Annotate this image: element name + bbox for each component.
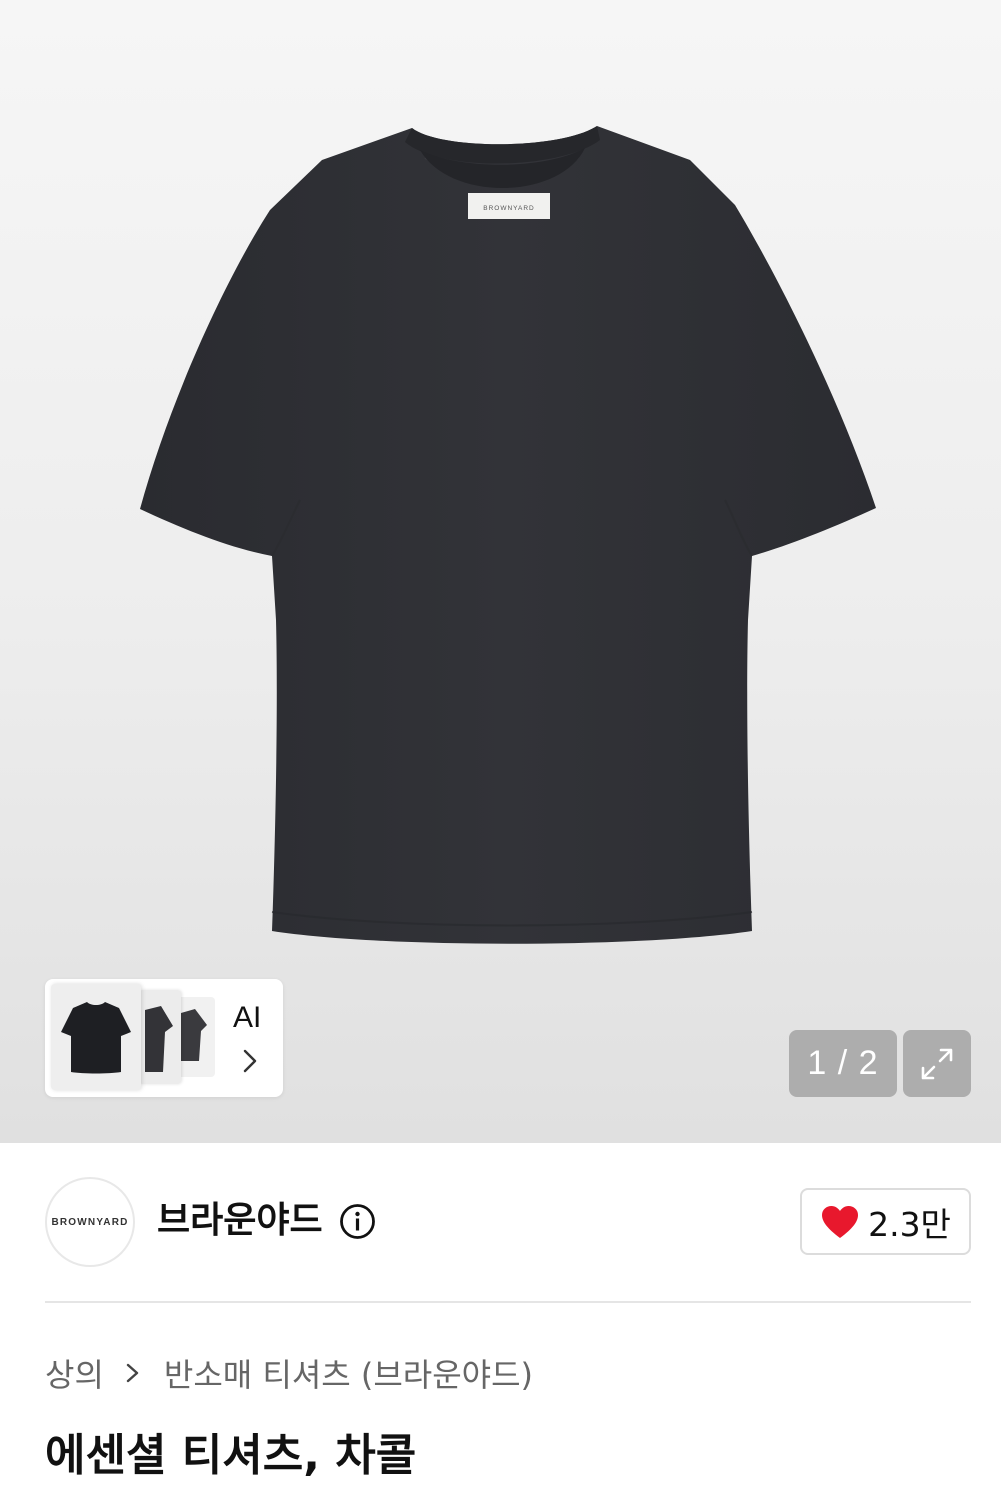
collar-label: BROWNYARD xyxy=(483,205,535,212)
divider xyxy=(45,1301,971,1303)
breadcrumb-subcategory[interactable]: 반소매 티셔츠 (브라운야드) xyxy=(164,1350,533,1396)
ai-recommendation-card[interactable]: AI xyxy=(45,979,283,1097)
image-pager: 1 / 2 xyxy=(789,1030,897,1097)
expand-button[interactable] xyxy=(903,1030,971,1097)
thumbnail-3[interactable] xyxy=(177,997,215,1077)
like-button[interactable]: 2.3만 xyxy=(800,1188,971,1255)
like-count: 2.3만 xyxy=(868,1204,951,1244)
breadcrumb-category[interactable]: 상의 xyxy=(45,1350,104,1396)
breadcrumb: 상의 반소매 티셔츠 (브라운야드) xyxy=(45,1350,533,1396)
ai-label: AI xyxy=(233,1001,262,1034)
product-image-gallery[interactable]: BROWNYARD AI 1 / 2 xyxy=(0,0,1001,1143)
expand-icon xyxy=(921,1048,953,1079)
thumbnail-1[interactable] xyxy=(51,984,141,1090)
info-icon[interactable] xyxy=(339,1203,376,1240)
product-title: 에센셜 티셔츠, 차콜 xyxy=(45,1430,417,1481)
thumbnail-2[interactable] xyxy=(139,990,181,1084)
brand-name[interactable]: 브라운야드 xyxy=(157,1196,323,1246)
chevron-right-icon xyxy=(126,1363,139,1383)
brand-logo[interactable]: BROWNYARD xyxy=(45,1177,135,1267)
heart-icon xyxy=(822,1205,859,1238)
product-image: BROWNYARD xyxy=(140,126,876,944)
chevron-right-icon xyxy=(243,1049,257,1073)
